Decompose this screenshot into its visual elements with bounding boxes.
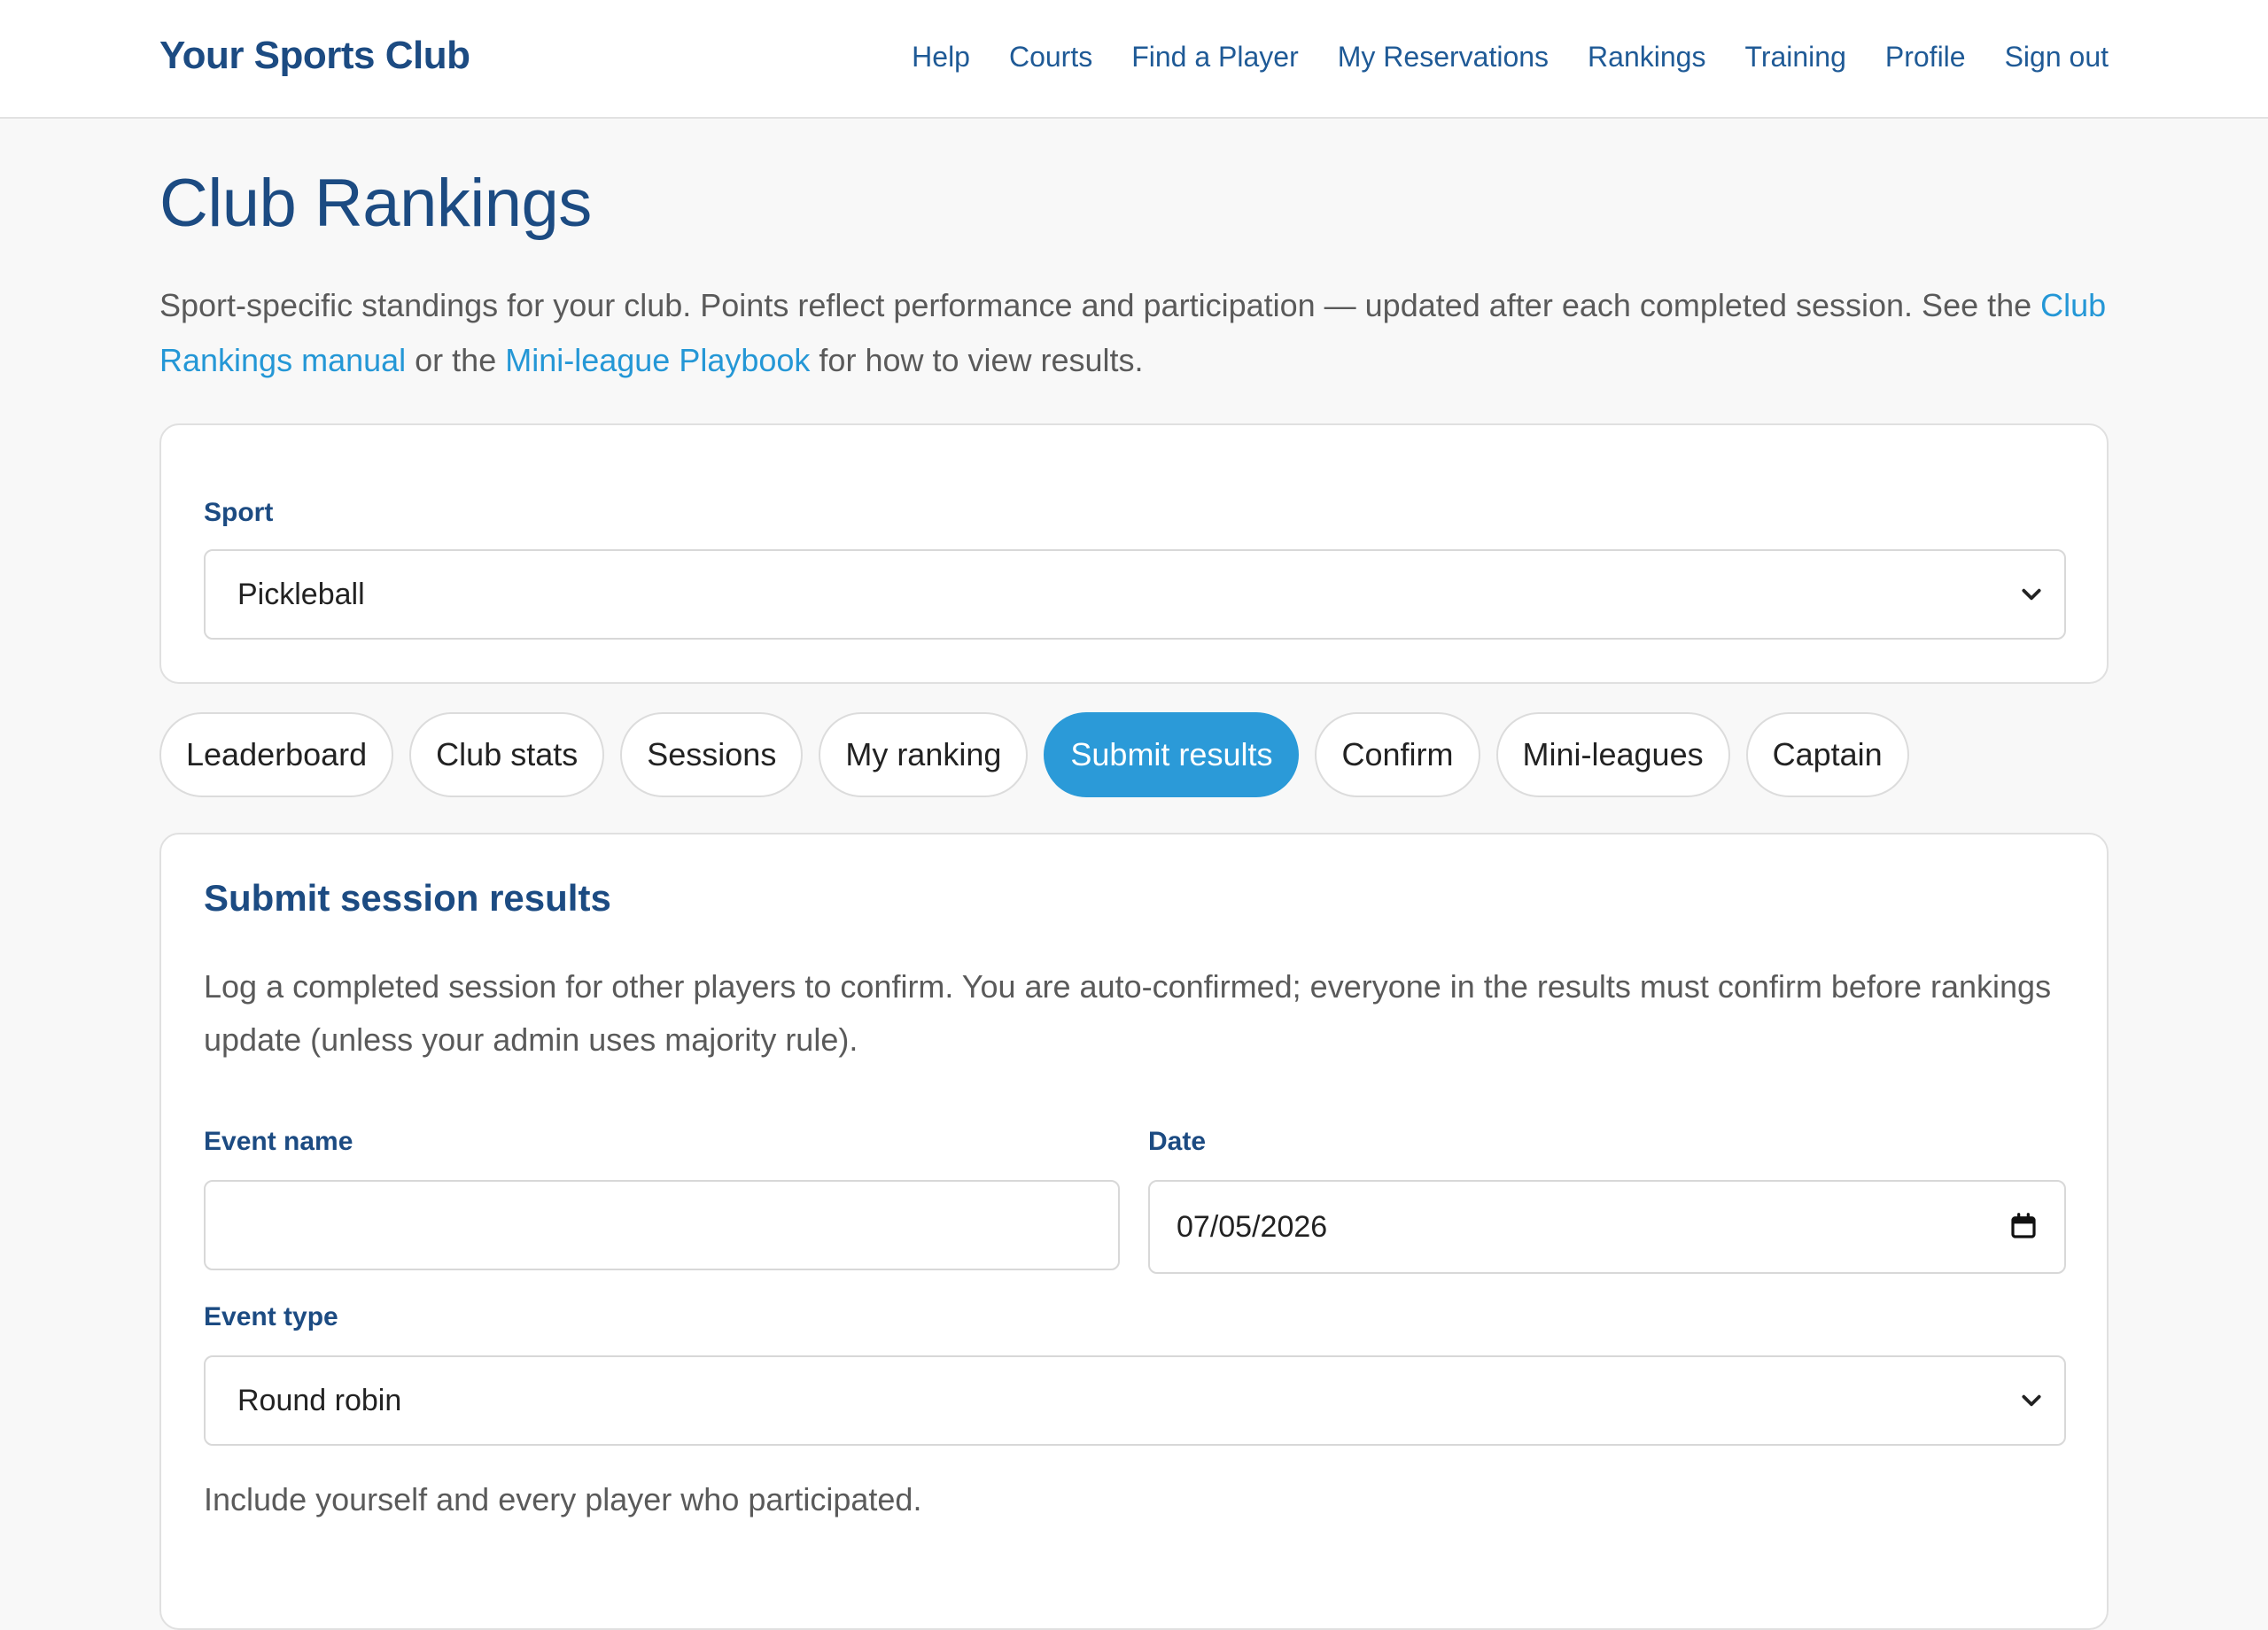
nav-help[interactable]: Help bbox=[912, 41, 970, 74]
nav-profile[interactable]: Profile bbox=[1885, 41, 1966, 74]
top-navigation-bar: Your Sports Club Help Courts Find a Play… bbox=[0, 0, 2268, 119]
participants-hint: Include yourself and every player who pa… bbox=[204, 1481, 922, 1517]
tab-leaderboard[interactable]: Leaderboard bbox=[159, 712, 394, 797]
tab-captain[interactable]: Captain bbox=[1745, 712, 1909, 797]
tab-sessions[interactable]: Sessions bbox=[620, 712, 804, 797]
tab-submit-results[interactable]: Submit results bbox=[1044, 712, 1300, 797]
event-type-value: Round robin bbox=[237, 1383, 402, 1417]
event-type-label: Event type bbox=[204, 1302, 338, 1331]
nav-courts[interactable]: Courts bbox=[1009, 41, 1092, 74]
date-label: Date bbox=[1148, 1127, 1207, 1156]
nav-my-reservations[interactable]: My Reservations bbox=[1338, 41, 1549, 74]
event-type-select[interactable]: Round robin bbox=[204, 1355, 2066, 1446]
tab-club-stats[interactable]: Club stats bbox=[409, 712, 605, 797]
sport-select[interactable]: Pickleball bbox=[204, 549, 2066, 640]
sport-label: Sport bbox=[204, 498, 274, 527]
nav-rankings[interactable]: Rankings bbox=[1588, 41, 1705, 74]
chevron-down-icon bbox=[2022, 1394, 2041, 1407]
calendar-icon[interactable] bbox=[2009, 1212, 2038, 1240]
form-description: Log a completed session for other player… bbox=[204, 968, 2052, 1058]
date-input-value: 07/05/2026 bbox=[1177, 1209, 1328, 1244]
brand-logo[interactable]: Your Sports Club bbox=[159, 34, 470, 78]
event-name-input[interactable] bbox=[204, 1180, 1120, 1270]
event-name-label: Event name bbox=[204, 1127, 353, 1156]
tab-confirm[interactable]: Confirm bbox=[1315, 712, 1480, 797]
tab-mini-leagues[interactable]: Mini-leagues bbox=[1495, 712, 1730, 797]
rankings-tabs: Leaderboard Club stats Sessions My ranki… bbox=[159, 712, 1909, 797]
chevron-down-icon bbox=[2022, 588, 2041, 601]
tab-my-ranking[interactable]: My ranking bbox=[819, 712, 1029, 797]
intro-text: or the bbox=[406, 342, 506, 378]
date-input[interactable]: 07/05/2026 bbox=[1148, 1180, 2066, 1274]
nav-training[interactable]: Training bbox=[1744, 41, 1845, 74]
submit-results-card: Submit session results Log a completed s… bbox=[159, 833, 2109, 1630]
intro-text: for how to view results. bbox=[810, 342, 1144, 378]
main-nav: Help Courts Find a Player My Reservation… bbox=[912, 41, 2109, 74]
intro-text: Sport-specific standings for your club. … bbox=[159, 287, 2041, 323]
nav-sign-out[interactable]: Sign out bbox=[2005, 41, 2109, 74]
nav-find-a-player[interactable]: Find a Player bbox=[1131, 41, 1299, 74]
sport-select-value: Pickleball bbox=[237, 577, 365, 611]
mini-league-playbook-link[interactable]: Mini-league Playbook bbox=[505, 342, 810, 378]
sport-selector-card: Sport Pickleball bbox=[159, 423, 2109, 684]
page-title: Club Rankings bbox=[159, 166, 592, 241]
form-title: Submit session results bbox=[204, 877, 611, 919]
page-intro: Sport-specific standings for your club. … bbox=[159, 278, 2109, 388]
